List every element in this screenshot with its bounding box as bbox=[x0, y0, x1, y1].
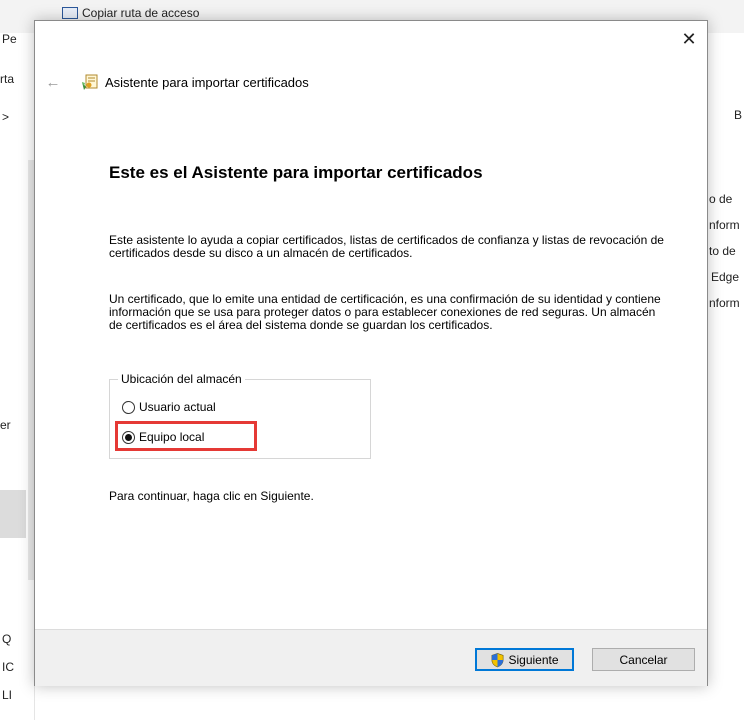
background-selected-item bbox=[0, 490, 26, 538]
background-text-fragment: B bbox=[734, 108, 743, 122]
certificate-wizard-icon bbox=[82, 74, 98, 90]
close-button[interactable]: ✕ bbox=[677, 27, 701, 51]
background-text-fragment: rta bbox=[0, 72, 15, 86]
background-text-fragment: Edge bbox=[711, 270, 740, 284]
radio-current-user[interactable]: Usuario actual bbox=[122, 400, 216, 414]
cancel-button[interactable]: Cancelar bbox=[592, 648, 695, 671]
cancel-button-label: Cancelar bbox=[619, 652, 668, 667]
dialog-title: Asistente para importar certificados bbox=[105, 74, 309, 90]
radio-button-unchecked[interactable] bbox=[122, 400, 135, 414]
next-button[interactable]: Siguiente bbox=[475, 648, 574, 671]
background-text-fragment: nform bbox=[709, 296, 740, 310]
background-text-fragment: Q bbox=[2, 632, 12, 646]
store-location-legend: Ubicación del almacén bbox=[118, 372, 245, 386]
background-text-fragment: IC bbox=[2, 660, 14, 674]
back-arrow-button[interactable]: ← bbox=[43, 74, 63, 91]
red-highlight-annotation bbox=[115, 421, 257, 451]
background-details-pane bbox=[706, 33, 744, 720]
dialog-footer: Siguiente Cancelar bbox=[35, 629, 707, 686]
next-button-label: Siguiente bbox=[508, 652, 559, 667]
uac-shield-icon bbox=[492, 652, 504, 667]
background-text-fragment: o de bbox=[709, 192, 733, 206]
certificate-import-wizard-dialog: ✕ ← Asistente para importar certificados… bbox=[34, 20, 708, 686]
background-text-fragment: Pe bbox=[2, 32, 17, 46]
copy-path-ribbon-item[interactable]: Copiar ruta de acceso bbox=[62, 6, 199, 20]
copy-path-icon bbox=[62, 7, 78, 19]
wizard-header: ← Asistente para importar certificados bbox=[43, 71, 309, 93]
page-heading: Este es el Asistente para importar certi… bbox=[109, 163, 483, 182]
description-paragraph: Este asistente lo ayuda a copiar certifi… bbox=[109, 233, 664, 260]
radio-label: Usuario actual bbox=[139, 400, 216, 414]
continue-instruction: Para continuar, haga clic en Siguiente. bbox=[109, 489, 314, 503]
background-text-fragment: nform bbox=[709, 218, 740, 232]
copy-path-label: Copiar ruta de acceso bbox=[82, 6, 200, 20]
certificate-info-paragraph: Un certificado, que lo emite una entidad… bbox=[109, 292, 661, 332]
background-text-fragment: > bbox=[2, 110, 10, 124]
background-text-fragment: to de bbox=[709, 244, 736, 258]
background-text-fragment: LI bbox=[2, 688, 13, 702]
background-text-fragment: er bbox=[0, 418, 11, 432]
